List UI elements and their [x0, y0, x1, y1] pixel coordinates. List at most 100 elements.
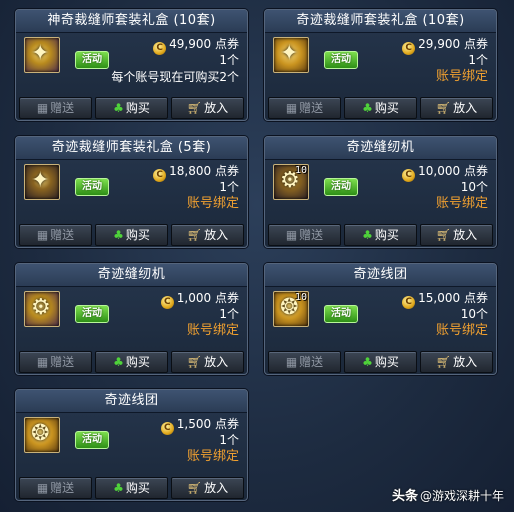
price-value: 15,000: [418, 291, 461, 305]
buy-button[interactable]: ♣ 购买: [344, 97, 417, 119]
item-title: 奇迹线团: [265, 264, 496, 287]
yarn-ball-icon[interactable]: ❂ 10: [273, 291, 309, 327]
action-buttons: ▦ 赠送 ♣ 购买 🛒︎ 放入: [19, 351, 244, 373]
watermark-brand: 头条: [391, 489, 418, 504]
account-bound-note: 账号绑定: [186, 449, 239, 464]
gift-button[interactable]: ▦ 赠送: [268, 97, 341, 119]
item-title: 奇迹裁缝师套装礼盒 (5套): [16, 137, 247, 160]
cart-icon: 🛒︎: [186, 228, 203, 242]
currency-label: 点券: [214, 164, 239, 178]
gift-box-icon[interactable]: ✦: [24, 37, 60, 73]
shop-item-card: 奇迹裁缝师套装礼盒 (10套) ✦ 活动 C 29,900 点券 1个 账号绑定 …: [264, 9, 497, 121]
yarn-ball-icon[interactable]: ❂: [24, 417, 60, 453]
buy-button[interactable]: ♣ 购买: [95, 97, 168, 119]
item-title: 奇迹线团: [16, 390, 247, 413]
shop-item-card: 神奇裁缝师套装礼盒 (10套) ✦ 活动 C 49,900 点券 1个 每个账号现…: [15, 9, 248, 121]
source-watermark: 头条 @游戏深耕十年: [392, 485, 504, 504]
sewing-machine-icon[interactable]: ⚙ 10: [273, 164, 309, 200]
gift-box-icon[interactable]: ✦: [273, 37, 309, 73]
gift-icon: ▦: [285, 101, 298, 115]
item-price: C 18,800 点券: [153, 163, 239, 182]
gift-button[interactable]: ▦ 赠送: [268, 224, 341, 246]
buy-icon: ♣: [362, 101, 373, 115]
purchase-limit-note: 每个账号现在可购买2个: [111, 70, 239, 84]
gift-icon: ▦: [36, 101, 49, 115]
stack-count: 10: [294, 165, 307, 176]
buy-icon: ♣: [113, 228, 124, 242]
item-price: C 49,900 点券: [153, 36, 239, 55]
gift-button[interactable]: ▦ 赠送: [19, 477, 92, 499]
gift-button[interactable]: ▦ 赠送: [268, 351, 341, 373]
buy-button[interactable]: ♣ 购买: [95, 224, 168, 246]
action-buttons: ▦ 赠送 ♣ 购买 🛒︎ 放入: [19, 224, 244, 246]
event-badge: 活动: [324, 51, 358, 69]
add-to-cart-button[interactable]: 🛒︎ 放入: [171, 97, 244, 119]
account-bound-note: 账号绑定: [435, 323, 488, 338]
item-quantity: 10个: [460, 307, 488, 321]
gift-button[interactable]: ▦ 赠送: [19, 97, 92, 119]
item-quantity: 1个: [219, 180, 239, 194]
buy-button[interactable]: ♣ 购买: [344, 351, 417, 373]
watermark-handle: @游戏深耕十年: [419, 489, 504, 503]
coupon-icon: C: [160, 422, 174, 435]
item-price: C 1,500 点券: [160, 416, 239, 435]
buy-button[interactable]: ♣ 购买: [95, 351, 168, 373]
shop-item-card: 奇迹缝纫机 ⚙ 活动 C 1,000 点券 1个 账号绑定 ▦ 赠送 ♣ 购买 🛒︎ 放…: [15, 263, 248, 375]
cart-icon: 🛒︎: [435, 228, 452, 242]
price-value: 29,900: [418, 37, 461, 51]
price-value: 10,000: [418, 164, 461, 178]
currency-label: 点券: [214, 291, 239, 305]
gift-button[interactable]: ▦ 赠送: [19, 224, 92, 246]
gift-box-icon[interactable]: ✦: [24, 164, 60, 200]
sewing-machine-icon[interactable]: ⚙: [24, 291, 60, 327]
item-quantity: 1个: [219, 53, 239, 67]
cart-icon: 🛒︎: [186, 355, 203, 369]
coupon-icon: C: [160, 296, 174, 309]
gift-button[interactable]: ▦ 赠送: [19, 351, 92, 373]
gift-icon: ▦: [285, 355, 298, 369]
price-value: 1,500: [176, 417, 212, 431]
item-price: C 10,000 点券: [402, 163, 488, 182]
add-to-cart-button[interactable]: 🛒︎ 放入: [171, 224, 244, 246]
event-badge: 活动: [75, 305, 109, 323]
action-buttons: ▦ 赠送 ♣ 购买 🛒︎ 放入: [19, 477, 244, 499]
event-badge: 活动: [75, 51, 109, 69]
shop-item-card: 奇迹裁缝师套装礼盒 (5套) ✦ 活动 C 18,800 点券 1个 账号绑定 ▦…: [15, 136, 248, 248]
item-quantity: 10个: [460, 180, 488, 194]
gift-icon: ▦: [36, 355, 49, 369]
action-buttons: ▦ 赠送 ♣ 购买 🛒︎ 放入: [268, 224, 493, 246]
gift-icon: ▦: [36, 481, 49, 495]
price-value: 18,800: [169, 164, 212, 178]
action-buttons: ▦ 赠送 ♣ 购买 🛒︎ 放入: [19, 97, 244, 119]
item-price: C 29,900 点券: [402, 36, 488, 55]
buy-button[interactable]: ♣ 购买: [344, 224, 417, 246]
gift-icon: ▦: [285, 228, 298, 242]
add-to-cart-button[interactable]: 🛒︎ 放入: [420, 224, 493, 246]
item-title: 奇迹缝纫机: [16, 264, 247, 287]
coupon-icon: C: [402, 42, 416, 55]
stack-count: 10: [294, 292, 307, 303]
currency-label: 点券: [463, 37, 488, 51]
buy-icon: ♣: [362, 355, 373, 369]
add-to-cart-button[interactable]: 🛒︎ 放入: [420, 351, 493, 373]
account-bound-note: 账号绑定: [435, 196, 488, 211]
account-bound-note: 账号绑定: [186, 323, 239, 338]
currency-label: 点券: [214, 417, 239, 431]
shop-item-card: 奇迹线团 ❂ 10 活动 C 15,000 点券 10个 账号绑定 ▦ 赠送 ♣ 购买 …: [264, 263, 497, 375]
buy-button[interactable]: ♣ 购买: [95, 477, 168, 499]
cart-icon: 🛒︎: [435, 101, 452, 115]
add-to-cart-button[interactable]: 🛒︎ 放入: [171, 351, 244, 373]
buy-icon: ♣: [113, 355, 124, 369]
cart-icon: 🛒︎: [186, 101, 203, 115]
item-quantity: 1个: [468, 53, 488, 67]
gift-icon: ▦: [36, 228, 49, 242]
currency-label: 点券: [214, 37, 239, 51]
currency-label: 点券: [463, 164, 488, 178]
buy-icon: ♣: [113, 101, 124, 115]
add-to-cart-button[interactable]: 🛒︎ 放入: [420, 97, 493, 119]
add-to-cart-button[interactable]: 🛒︎ 放入: [171, 477, 244, 499]
event-badge: 活动: [75, 178, 109, 196]
action-buttons: ▦ 赠送 ♣ 购买 🛒︎ 放入: [268, 97, 493, 119]
currency-label: 点券: [463, 291, 488, 305]
event-badge: 活动: [324, 178, 358, 196]
